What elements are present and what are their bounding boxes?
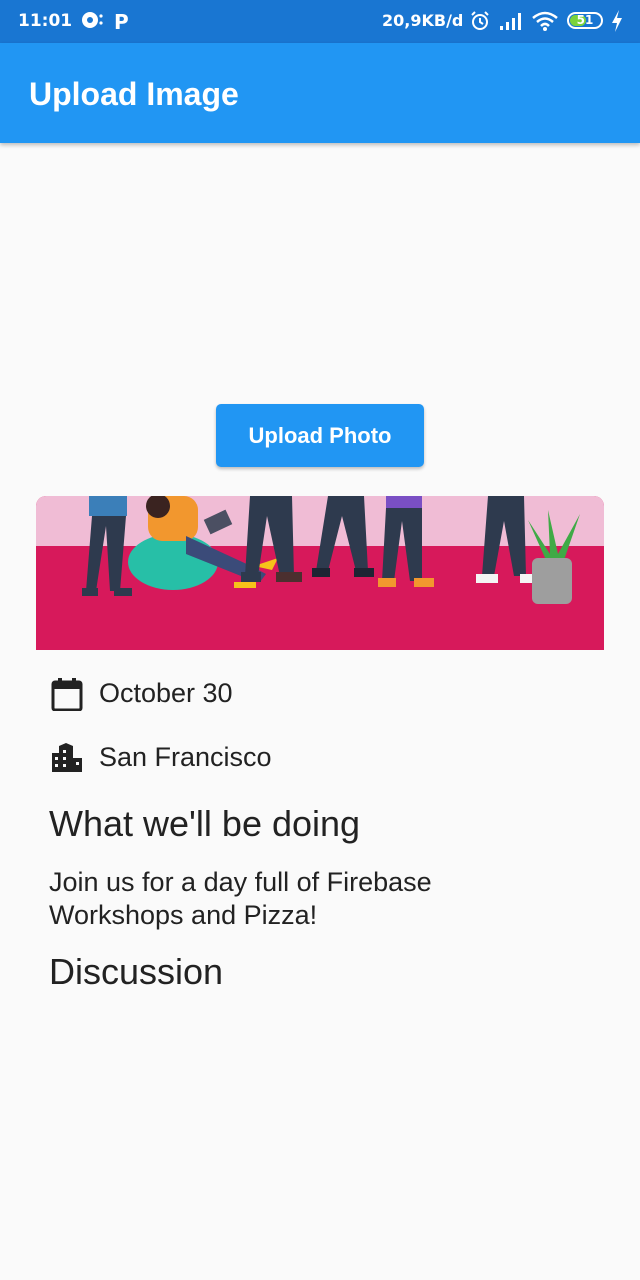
event-location: San Francisco (99, 742, 272, 772)
battery-icon: 51 (567, 12, 603, 29)
page-title: Upload Image (29, 76, 239, 112)
notification-icon (82, 12, 103, 28)
battery-level: 51 (576, 13, 594, 27)
event-banner-image (36, 496, 604, 650)
charging-icon (612, 10, 622, 32)
event-date: October 30 (99, 678, 233, 708)
section-heading-activities: What we'll be doing (49, 803, 361, 844)
location-city-icon (52, 743, 82, 772)
section-heading-discussion: Discussion (49, 951, 224, 992)
status-time: 11:01 (18, 11, 73, 31)
signal-icon (500, 13, 521, 30)
network-speed: 20,9KB/d (382, 11, 464, 30)
carrier-badge: P (114, 10, 129, 34)
event-description: Join us for a day full of Firebase Works… (49, 867, 432, 930)
upload-photo-button[interactable]: Upload Photo (216, 404, 424, 467)
alarm-icon (471, 11, 489, 30)
status-bar: 11:01 P 20,9KB/d 51 (0, 0, 640, 43)
wifi-icon (532, 11, 558, 31)
app-bar: Upload Image (0, 43, 640, 143)
calendar-icon (51, 678, 83, 711)
